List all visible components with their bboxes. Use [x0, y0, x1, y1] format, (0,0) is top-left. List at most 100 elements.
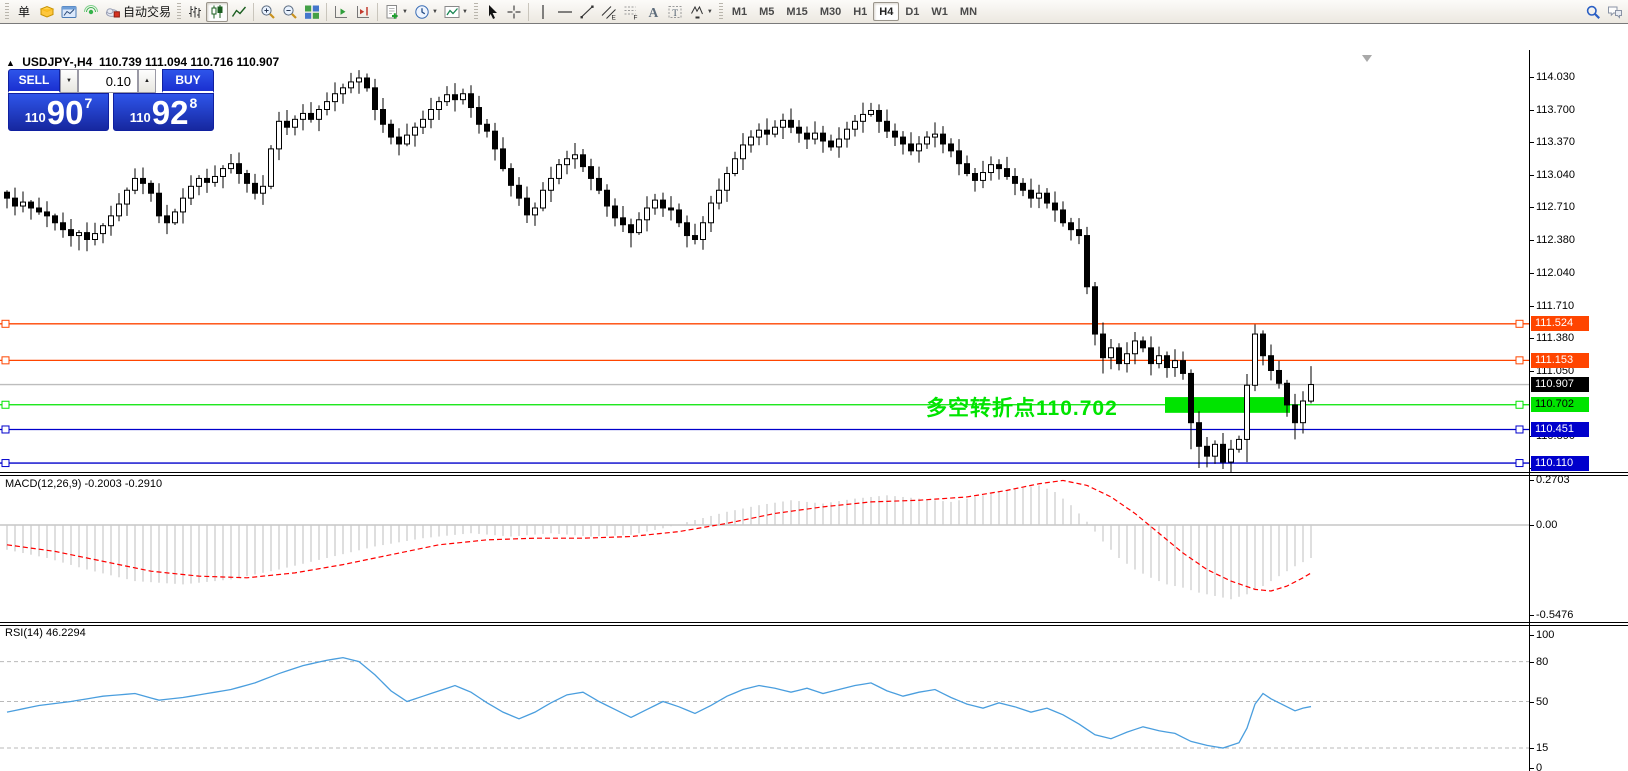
svg-text:A: A: [648, 5, 658, 20]
text-label-icon[interactable]: T: [664, 2, 686, 22]
candlestick-chart-icon[interactable]: [206, 1, 229, 22]
candle-body: [44, 211, 50, 217]
fibonacci-icon[interactable]: F: [620, 2, 642, 22]
candle-body: [1068, 222, 1074, 231]
timeframe-button-d1[interactable]: D1: [899, 2, 925, 21]
candle-body: [516, 184, 522, 199]
sell-price-tile[interactable]: 110 90 7: [8, 93, 109, 131]
text-icon[interactable]: A: [642, 2, 664, 22]
history-center-icon[interactable]: [36, 2, 58, 22]
line-handle-icon[interactable]: [1515, 459, 1524, 468]
price-axis-label: 113.700: [1536, 103, 1575, 116]
trendline-icon[interactable]: [576, 2, 598, 22]
dropdown-arrow-icon[interactable]: ▼: [432, 9, 438, 15]
line-handle-icon[interactable]: [1515, 356, 1524, 365]
candle-body: [1276, 369, 1282, 384]
search-icon[interactable]: [1582, 2, 1604, 22]
candle-body: [372, 87, 378, 110]
candle-body: [116, 203, 122, 217]
candle-body: [484, 123, 490, 132]
dropdown-arrow-icon[interactable]: ▼: [462, 9, 468, 15]
candle-body: [76, 232, 82, 237]
candle-body: [948, 143, 954, 152]
timeframe-button-h1[interactable]: H1: [847, 2, 873, 21]
channel-icon[interactable]: E: [598, 2, 620, 22]
pivot-zone-rectangle[interactable]: [1165, 397, 1290, 413]
pivot-annotation-text[interactable]: 多空转折点110.702: [926, 392, 1118, 422]
volume-decrease-button[interactable]: ▼: [60, 69, 78, 93]
chart-shift-icon[interactable]: [352, 2, 374, 22]
signals-icon[interactable]: [80, 2, 102, 22]
candle-body: [548, 177, 554, 191]
buy-price-tile[interactable]: 110 92 8: [113, 93, 214, 131]
line-handle-icon[interactable]: [1, 459, 10, 468]
timeframe-button-w1[interactable]: W1: [925, 2, 954, 21]
line-handle-icon[interactable]: [1515, 400, 1524, 409]
rsi-pane[interactable]: [0, 626, 1529, 771]
dropdown-arrow-icon[interactable]: ▼: [402, 9, 408, 15]
candle-body: [356, 77, 362, 83]
auto-trading-button[interactable]: 自动交易: [102, 2, 174, 22]
zoom-in-icon[interactable]: [257, 2, 279, 22]
crosshair-icon[interactable]: [503, 2, 525, 22]
candle-body: [852, 120, 858, 130]
macd-label: MACD(12,26,9) -0.2003 -0.2910: [5, 478, 163, 490]
line-handle-icon[interactable]: [1515, 319, 1524, 328]
rsi-axis-label: 80: [1536, 655, 1549, 668]
line-handle-icon[interactable]: [1, 400, 10, 409]
templates-icon[interactable]: ▼: [381, 2, 411, 22]
timeframe-button-m1[interactable]: M1: [726, 2, 753, 21]
vertical-line-icon[interactable]: [532, 2, 554, 22]
candle-body: [1156, 355, 1162, 365]
arrows-icon[interactable]: ▼: [686, 2, 716, 22]
candle-body: [500, 148, 506, 170]
macd-pane[interactable]: [0, 476, 1529, 622]
volume-increase-button[interactable]: ▲: [138, 69, 156, 93]
candle-body: [628, 224, 634, 234]
timeframe-button-mn[interactable]: MN: [954, 2, 983, 21]
rsi-axis-tick: [1530, 661, 1534, 663]
bar-chart-icon[interactable]: [184, 2, 206, 22]
candle-body: [1236, 438, 1242, 450]
price-axis-label: 113.040: [1536, 168, 1575, 181]
line-handle-icon[interactable]: [1, 356, 10, 365]
chart-shift-marker-icon[interactable]: [1362, 55, 1372, 62]
rsi-axis-label: 15: [1536, 742, 1549, 754]
candle-body: [348, 81, 354, 89]
rsi-axis-label: 100: [1536, 629, 1555, 641]
periods-icon[interactable]: ▼: [411, 2, 441, 22]
chat-icon[interactable]: [1604, 2, 1626, 22]
line-handle-icon[interactable]: [1, 319, 10, 328]
candle-body: [292, 118, 298, 128]
line-chart-icon[interactable]: [228, 2, 250, 22]
auto-scroll-icon[interactable]: [330, 2, 352, 22]
market-watch-icon[interactable]: [58, 2, 80, 22]
indicators-icon[interactable]: ▼: [441, 2, 471, 22]
horizontal-line-icon[interactable]: [554, 2, 576, 22]
timeframe-button-h4[interactable]: H4: [873, 2, 900, 21]
candle-body: [60, 222, 66, 231]
cursor-icon[interactable]: [481, 2, 503, 22]
tile-windows-icon[interactable]: [301, 2, 323, 22]
dropdown-arrow-icon[interactable]: ▼: [707, 9, 713, 15]
timeframe-button-m15[interactable]: M15: [780, 2, 813, 21]
candle-body: [1308, 384, 1314, 402]
timeframe-button-m30[interactable]: M30: [814, 2, 847, 21]
line-handle-icon[interactable]: [1, 425, 10, 434]
sell-button[interactable]: SELL: [8, 69, 60, 93]
price-axis-label: 112.380: [1536, 233, 1575, 246]
candle-body: [692, 235, 698, 240]
collapse-triangle-icon[interactable]: ▲: [6, 58, 15, 68]
candle-body: [1228, 448, 1234, 463]
main-price-pane[interactable]: [0, 50, 1529, 472]
candle-body: [1132, 340, 1138, 355]
partial-order-label[interactable]: 单: [12, 2, 36, 22]
volume-input[interactable]: 0.10: [78, 69, 138, 93]
price-axis-tick: [1530, 142, 1534, 143]
candle-body: [988, 164, 994, 174]
timeframe-button-m5[interactable]: M5: [753, 2, 780, 21]
line-handle-icon[interactable]: [1515, 425, 1524, 434]
buy-button[interactable]: BUY: [162, 69, 214, 93]
zoom-out-icon[interactable]: [279, 2, 301, 22]
macd-axis-label: 0.2703: [1536, 474, 1570, 487]
